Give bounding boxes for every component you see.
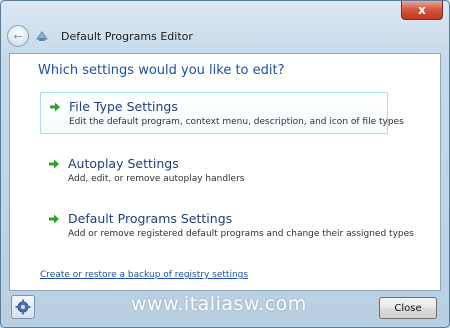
option-title: Autoplay Settings bbox=[68, 156, 179, 171]
main-content: Which settings would you like to edit? F… bbox=[9, 53, 441, 291]
app-window: x ← Default Programs Editor Which settin… bbox=[0, 0, 450, 328]
gear-icon bbox=[15, 299, 31, 315]
green-arrow-icon bbox=[49, 214, 59, 223]
settings-button[interactable] bbox=[11, 295, 35, 319]
window-close-button[interactable]: x bbox=[401, 1, 443, 20]
option-description: Add or remove registered default program… bbox=[68, 229, 414, 239]
option-default-programs-settings[interactable]: Default Programs Settings Add or remove … bbox=[40, 205, 414, 245]
footer-bar: www.italiasw.com Close bbox=[1, 291, 449, 327]
page-heading: Which settings would you like to edit? bbox=[38, 63, 285, 78]
green-arrow-icon bbox=[49, 159, 59, 168]
option-autoplay-settings[interactable]: Autoplay Settings Add, edit, or remove a… bbox=[40, 150, 388, 190]
window-title: Default Programs Editor bbox=[61, 29, 193, 43]
green-arrow-icon bbox=[50, 102, 60, 111]
option-title: Default Programs Settings bbox=[68, 211, 233, 226]
app-icon bbox=[35, 29, 49, 43]
option-title: File Type Settings bbox=[69, 99, 178, 114]
option-file-type-settings[interactable]: File Type Settings Edit the default prog… bbox=[40, 92, 404, 134]
close-icon: x bbox=[418, 3, 426, 17]
title-bar: ← Default Programs Editor bbox=[7, 25, 407, 47]
option-description: Add, edit, or remove autoplay handlers bbox=[68, 174, 245, 184]
app-logo-icon bbox=[36, 31, 48, 41]
backup-registry-link[interactable]: Create or restore a backup of registry s… bbox=[40, 270, 248, 280]
back-arrow-icon: ← bbox=[13, 29, 23, 43]
option-description: Edit the default program, context menu, … bbox=[69, 117, 404, 127]
watermark: www.italiasw.com bbox=[131, 293, 307, 315]
close-button[interactable]: Close bbox=[379, 297, 437, 319]
back-button[interactable]: ← bbox=[7, 25, 29, 47]
